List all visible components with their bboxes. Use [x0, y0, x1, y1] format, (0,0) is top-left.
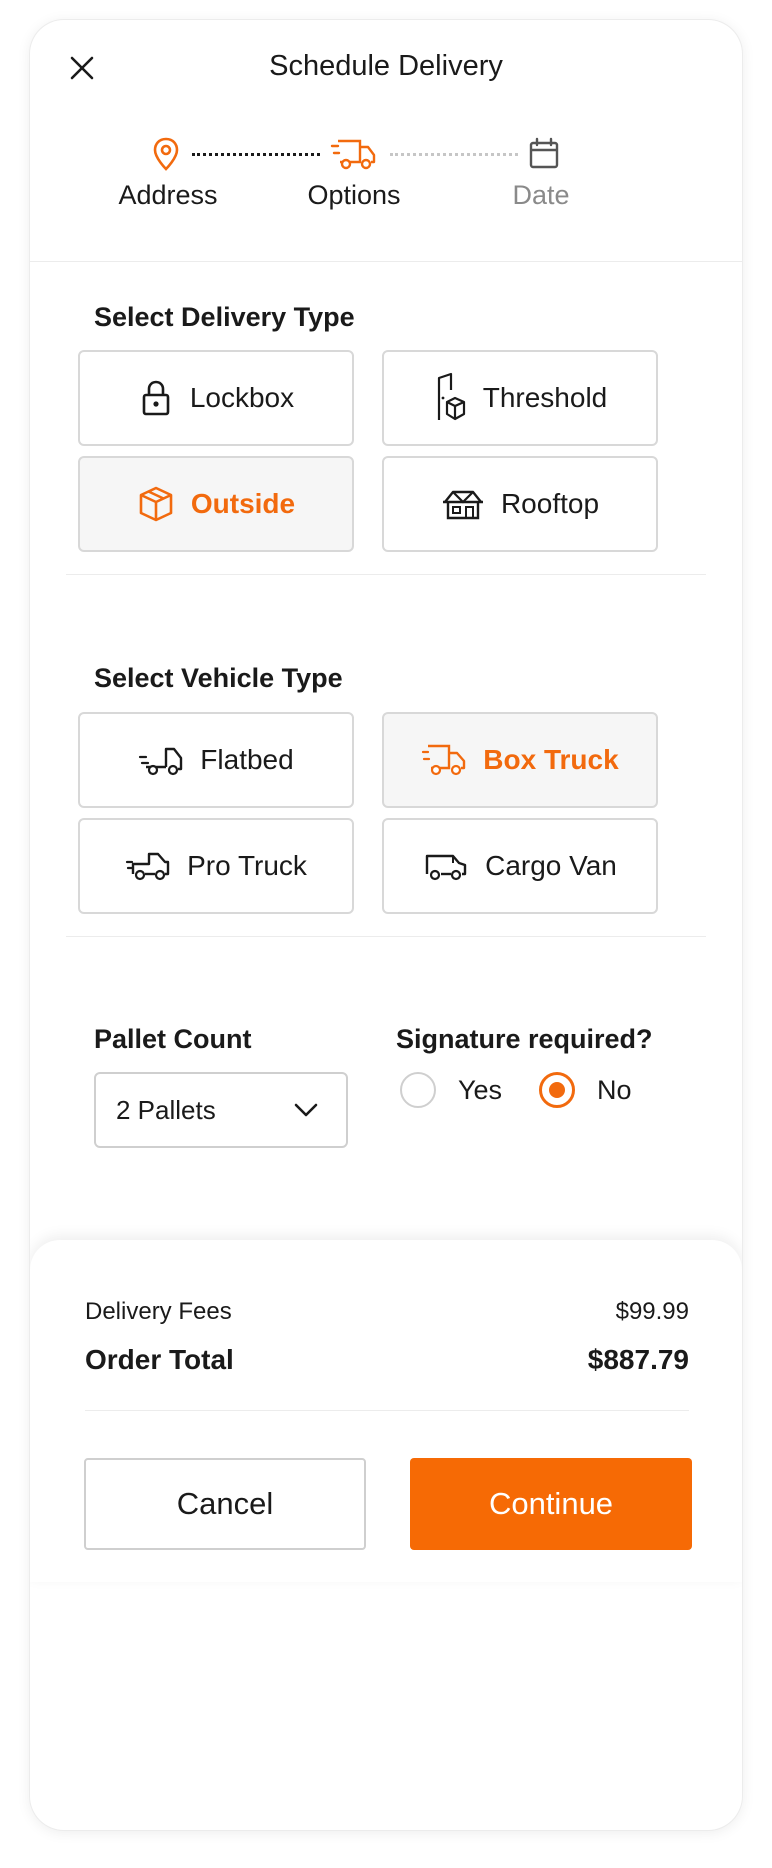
page-title: Schedule Delivery — [269, 50, 503, 82]
header: Schedule Delivery Address Options Date — [30, 20, 742, 262]
calendar-icon — [529, 137, 559, 169]
section-divider — [66, 574, 706, 575]
pickup-truck-icon — [125, 852, 170, 881]
vehicle-option-label: Flatbed — [200, 744, 294, 775]
step-label-options[interactable]: Options — [254, 180, 454, 211]
delivery-option-label: Threshold — [482, 382, 608, 413]
delivery-option-outside[interactable]: Outside — [78, 456, 354, 552]
vehicle-option-label: Box Truck — [483, 744, 619, 775]
order-total-value: $887.79 — [587, 1344, 689, 1375]
pallet-count-value: 2 Pallets — [116, 1094, 216, 1125]
chevron-down-icon — [294, 1103, 318, 1117]
delivery-option-rooftop[interactable]: Rooftop — [382, 456, 658, 552]
signature-no-option[interactable]: No — [539, 1072, 632, 1108]
step-label-address[interactable]: Address — [68, 180, 268, 211]
footer-divider — [85, 1410, 689, 1411]
delivery-fees-value: $99.99 — [615, 1298, 689, 1325]
vehicle-option-flatbed[interactable]: Flatbed — [78, 712, 354, 808]
radio-no[interactable] — [539, 1072, 575, 1108]
continue-button[interactable]: Continue — [410, 1458, 692, 1550]
signature-yes-option[interactable]: Yes — [400, 1072, 502, 1108]
schedule-delivery-sheet: Schedule Delivery Address Options Date S… — [30, 20, 742, 1830]
cargo-van-icon — [425, 854, 467, 881]
package-icon — [139, 486, 173, 522]
step-label-date[interactable]: Date — [441, 180, 641, 211]
vehicle-option-label: Pro Truck — [187, 850, 307, 881]
pallet-count-select[interactable]: 2 Pallets — [94, 1072, 348, 1148]
door-package-icon — [437, 372, 465, 421]
delivery-fees-row: Delivery Fees $99.99 — [85, 1298, 689, 1326]
flatbed-truck-icon — [139, 747, 183, 776]
cancel-button[interactable]: Cancel — [84, 1458, 366, 1550]
order-total-label: Order Total — [85, 1344, 234, 1375]
pallet-count-title: Pallet Count — [94, 1024, 252, 1054]
signature-no-label: No — [597, 1074, 632, 1105]
delivery-type-title: Select Delivery Type — [94, 302, 355, 332]
step-connector-upcoming — [390, 153, 518, 156]
lock-icon — [142, 380, 170, 416]
vehicle-option-label: Cargo Van — [485, 850, 617, 881]
signature-yes-label: Yes — [458, 1074, 503, 1105]
vehicle-option-cargo-van[interactable]: Cargo Van — [382, 818, 658, 914]
step-connector-done — [192, 153, 320, 156]
radio-yes[interactable] — [400, 1072, 436, 1108]
section-divider — [66, 936, 706, 937]
location-pin-icon — [153, 137, 179, 171]
rooftop-icon — [442, 490, 483, 520]
delivery-option-lockbox[interactable]: Lockbox — [78, 350, 354, 446]
vehicle-type-title: Select Vehicle Type — [94, 663, 343, 693]
vehicle-option-box-truck[interactable]: Box Truck — [382, 712, 658, 808]
delivery-option-threshold[interactable]: Threshold — [382, 350, 658, 446]
order-summary-footer: Delivery Fees $99.99 Order Total $887.79… — [30, 1240, 742, 1582]
order-total-row: Order Total $887.79 — [85, 1344, 689, 1376]
delivery-option-label: Outside — [190, 488, 296, 519]
delivery-option-label: Lockbox — [189, 382, 295, 413]
box-truck-icon — [422, 744, 466, 776]
delivery-fees-label: Delivery Fees — [85, 1298, 232, 1325]
delivery-truck-icon — [330, 139, 376, 170]
signature-title: Signature required? — [396, 1024, 653, 1054]
vehicle-option-pro-truck[interactable]: Pro Truck — [78, 818, 354, 914]
delivery-option-label: Rooftop — [500, 488, 600, 519]
